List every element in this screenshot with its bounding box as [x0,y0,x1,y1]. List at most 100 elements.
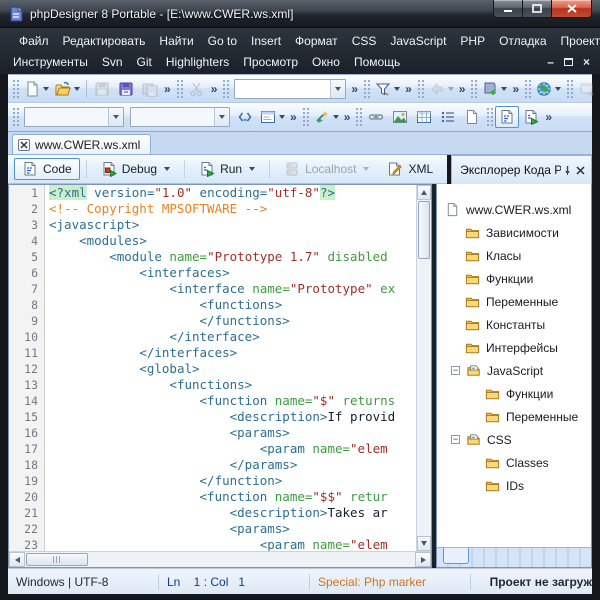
code-line[interactable]: 3<javascript> [9,217,416,233]
document-tab[interactable]: www.CWER.ws.xml [12,134,151,154]
tree-item[interactable]: −JavaScript [437,359,591,382]
menu-item-row2-4[interactable]: Просмотр [236,53,305,71]
run-button[interactable]: Run [191,158,263,180]
toolbar-overflow-chevron[interactable]: » [209,82,220,96]
toolbar-grip[interactable] [12,107,19,127]
panel-close-icon[interactable] [574,163,587,178]
menu-item-row2-6[interactable]: Помощь [347,53,407,71]
class-combobox[interactable] [130,107,230,127]
toolbar-grip[interactable] [12,79,19,99]
toolbar-grip[interactable] [486,107,493,127]
save-button[interactable] [90,78,114,100]
code-line[interactable]: 15 <description>If provid [9,409,416,425]
toolbar-overflow-chevron[interactable]: » [288,110,299,124]
tree-item[interactable]: Класы [437,244,591,267]
toolbar-grip[interactable] [355,107,362,127]
open-file-button[interactable] [52,78,83,100]
menu-item-6[interactable]: CSS [345,32,384,50]
toolbar-overflow-chevron[interactable]: » [403,82,414,96]
quick-search-combobox[interactable] [234,79,346,99]
toolbar-grip[interactable] [524,79,531,99]
new-page-button[interactable] [460,106,484,128]
toolbar-grip[interactable] [363,79,370,99]
code-editor[interactable]: 1<?xml version="1.0" encoding="utf-8"?>2… [8,184,432,568]
code-line[interactable]: 22 <params> [9,521,416,537]
toolbar-overflow-chevron[interactable]: » [349,82,360,96]
tree-item[interactable]: www.CWER.ws.xml [437,198,591,221]
mdi-restore-icon[interactable] [564,58,573,66]
menu-item-9[interactable]: Отладка [492,32,553,50]
tree-item[interactable]: Функции [437,382,591,405]
menu-item-2[interactable]: Найти [152,32,200,50]
code-snippets-button[interactable] [479,78,510,100]
save-as-button[interactable] [114,78,138,100]
menu-item-5[interactable]: Формат [288,32,345,50]
toolbar-grip[interactable] [566,79,573,99]
tree-item[interactable]: Переменные [437,290,591,313]
code-line[interactable]: 14 <function name="$" returns [9,393,416,409]
insert-table-button[interactable] [412,106,436,128]
code-line[interactable]: 2<!-- Copyright MPSOFTWARE --> [9,201,416,217]
tree-expander-icon[interactable]: − [451,366,460,375]
tree-item[interactable]: Classes [437,451,591,474]
tree-item[interactable]: Переменные [437,405,591,428]
code-button[interactable]: Code [14,158,80,180]
code-line[interactable]: 6 <interfaces> [9,265,416,281]
mdi-minimize-icon[interactable]: – [547,55,554,69]
editor-vertical-scrollbar[interactable] [416,185,431,551]
panel-bottom-tab[interactable] [443,548,469,564]
navigate-back-button[interactable] [426,78,457,100]
menu-item-1[interactable]: Редактировать [56,32,153,50]
code-line[interactable]: 9 </functions> [9,313,416,329]
toolbar-overflow-chevron[interactable]: » [342,110,353,124]
vertical-scroll-thumb[interactable] [418,201,430,259]
code-line[interactable]: 13 <functions> [9,377,416,393]
preview-view-button[interactable] [519,106,543,128]
scroll-right-icon[interactable] [415,552,431,567]
scroll-up-icon[interactable] [417,185,431,200]
menu-item-4[interactable]: Insert [244,32,288,50]
preview-in-browser-button[interactable] [533,78,564,100]
new-file-button[interactable] [21,78,52,100]
pin-icon[interactable] [561,163,574,178]
filter-button[interactable] [372,78,403,100]
cut-button[interactable] [185,78,209,100]
menu-item-row2-3[interactable]: Highlighters [159,53,236,71]
menu-item-row2-2[interactable]: Git [130,53,159,71]
code-line[interactable]: 21 <description>Takes ar [9,505,416,521]
tree-item[interactable]: −CSS [437,428,591,451]
tree-item[interactable]: Константы [437,313,591,336]
save-all-button[interactable] [138,78,162,100]
menu-item-10[interactable]: Проект [554,32,600,50]
code-line[interactable]: 16 <params> [9,425,416,441]
scroll-left-icon[interactable] [9,552,25,567]
tree-item[interactable]: Интерфейсы [437,336,591,359]
menu-item-0[interactable]: Файл [12,32,56,50]
insert-list-button[interactable] [436,106,460,128]
tree-item[interactable]: IDs [437,474,591,497]
code-line[interactable]: 1<?xml version="1.0" encoding="utf-8"?> [9,185,416,201]
insert-tag-button[interactable] [233,106,257,128]
menu-item-row2-1[interactable]: Svn [95,53,130,71]
code-line[interactable]: 10 </interface> [9,329,416,345]
toolbar-grip[interactable] [222,79,229,99]
menu-item-8[interactable]: PHP [453,32,492,50]
menu-item-row2-0[interactable]: Инструменты [6,53,95,71]
code-line[interactable]: 23 <param name="elem [9,537,416,551]
toolbar-overflow-chevron[interactable]: » [510,82,521,96]
tree-item[interactable]: Зависимости [437,221,591,244]
insert-link-button[interactable] [364,106,388,128]
code-line[interactable]: 5 <module name="Prototype 1.7" disabled [9,249,416,265]
menu-item-row2-5[interactable]: Окно [305,53,347,71]
code-line[interactable]: 18 </params> [9,457,416,473]
tree-expander-icon[interactable]: − [451,435,460,444]
toolbar-overflow-chevron[interactable]: » [543,110,554,124]
code-line[interactable]: 12 <global> [9,361,416,377]
menu-item-3[interactable]: Go to [201,32,244,50]
code-line[interactable]: 19 </function> [9,473,416,489]
toolbar-grip[interactable] [176,79,183,99]
tree-item[interactable]: Функции [437,267,591,290]
send-to-button[interactable] [575,78,599,100]
maximize-button[interactable] [523,0,552,18]
horizontal-scroll-thumb[interactable] [26,553,88,566]
